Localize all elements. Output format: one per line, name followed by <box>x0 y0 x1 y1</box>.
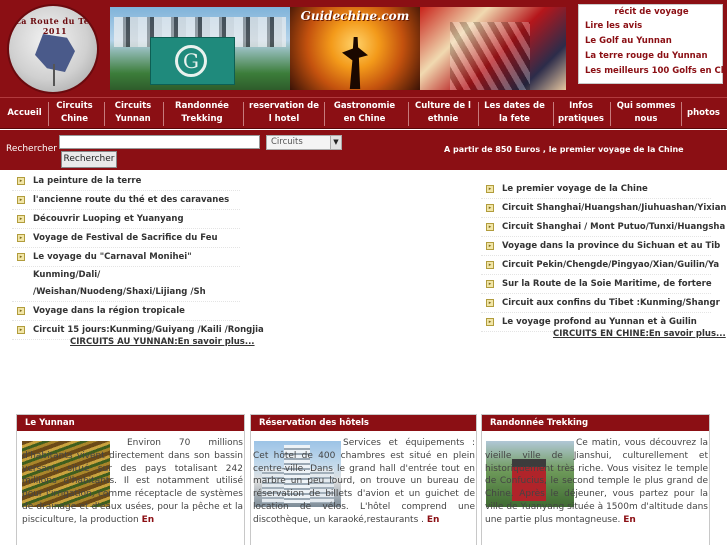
golf-group-photo: G <box>110 7 290 90</box>
site-logo[interactable]: La Route du Tee 2011 <box>7 4 99 94</box>
list-item[interactable]: ▸ Circuit Shanghai / Mont Putuo/Tunxi/Hua… <box>481 218 725 237</box>
nav-item-circuits-yunnan[interactable]: Circuits Yunnan <box>108 98 158 128</box>
header: La Route du Tee 2011 G Guidechine.com ré… <box>0 0 727 97</box>
logo-text: La Route du Tee 2011 <box>15 16 95 36</box>
list-item[interactable]: ▸ Sur la Route de la Soie Maritime, de fo… <box>481 275 712 294</box>
nav-item-photos[interactable]: photos <box>684 98 723 128</box>
list-item[interactable]: ▸ Circuit Shanghai/Huangshan/Jiuhuashan/Y… <box>481 199 726 218</box>
bullet-icon: ▸ <box>486 280 494 288</box>
china-more-link[interactable]: CIRCUITS EN CHINE:En savoir plus... <box>553 329 726 339</box>
festival-photo <box>420 7 566 90</box>
trekking-box: Randonnée Trekking Ce matin, vous découv… <box>481 414 710 545</box>
search-category-select[interactable]: Circuits ▼ <box>266 135 342 150</box>
yunnan-box: Le Yunnan Environ 70 millions d'habitant… <box>16 414 245 545</box>
list-item[interactable]: ▸ Circuit aux confins du Tibet :Kunming/S… <box>481 294 720 313</box>
logo-map-icon <box>35 34 75 72</box>
box-text: Services et équipements : Cet hôtel de 4… <box>253 438 475 525</box>
read-more-link[interactable]: En <box>623 515 636 525</box>
bullet-icon: ▸ <box>486 261 494 269</box>
search-bar: Rechercher Circuits ▼ Rechercher A parti… <box>0 130 727 170</box>
box-text: Environ 70 millions d'habitants vivent d… <box>22 438 243 525</box>
nav-item-culture[interactable]: Culture de l ethnie <box>412 98 474 128</box>
bullet-icon: ▸ <box>17 215 25 223</box>
bullet-icon: ▸ <box>17 253 25 261</box>
nav-item-reservation[interactable]: reservation de l hotel <box>247 98 321 128</box>
nav-item-infos-pratiques[interactable]: Infos pratiques <box>557 98 605 128</box>
chevron-down-icon[interactable]: ▼ <box>330 136 341 149</box>
golf-banner-logo-icon: G <box>175 45 207 77</box>
box-title[interactable]: Le Yunnan <box>17 415 244 431</box>
search-label: Rechercher <box>6 144 57 154</box>
dancer-silhouette-icon <box>342 37 368 89</box>
list-item[interactable]: ▸ Le premier voyage de la Chine <box>481 180 711 199</box>
list-item[interactable]: ▸ l'ancienne route du thé et des caravane… <box>12 191 240 210</box>
list-item[interactable]: ▸ Circuit Pekin/Chengde/Pingyao/Xian/Guil… <box>481 256 719 275</box>
list-item[interactable]: ▸ Voyage dans la province du Sichuan et a… <box>481 237 720 256</box>
nav-item-qui-sommes-nous[interactable]: Qui sommes nous <box>614 98 678 128</box>
dancer-sunset-photo: Guidechine.com <box>290 7 420 90</box>
bullet-icon: ▸ <box>486 223 494 231</box>
nav-item-circuits-chine[interactable]: Circuits Chine <box>52 98 97 128</box>
china-circuits-list: ▸ Le premier voyage de la Chine ▸ Circuit … <box>481 180 726 332</box>
recit-link[interactable]: Lire les avis <box>585 19 727 34</box>
bullet-icon: ▸ <box>486 185 494 193</box>
bullet-icon: ▸ <box>17 307 25 315</box>
list-item[interactable]: ▸ Voyage de Festival de Sacrifice du Feu <box>12 229 240 248</box>
main-nav: Accueil Circuits Chine Circuits Yunnan R… <box>0 97 727 129</box>
list-item[interactable]: ▸ La peinture de la terre <box>12 172 240 191</box>
read-more-link[interactable]: En <box>427 515 440 525</box>
bullet-icon: ▸ <box>17 234 25 242</box>
bullet-icon: ▸ <box>486 318 494 326</box>
nav-item-dates-fete[interactable]: Les dates de la fete <box>482 98 547 128</box>
search-input[interactable] <box>59 135 260 149</box>
recit-title: récit de voyage <box>614 7 689 17</box>
search-select-value: Circuits <box>271 137 303 147</box>
list-item[interactable]: ▸ Voyage dans la région tropicale <box>12 302 240 321</box>
recit-link[interactable]: Le Golf au Yunnan <box>585 34 727 49</box>
bullet-icon: ▸ <box>17 326 25 334</box>
yunnan-circuits-list: ▸ La peinture de la terre ▸ l'ancienne rou… <box>12 172 264 340</box>
recit-link[interactable]: Les meilleurs 100 Golfs en Chine <box>585 64 727 79</box>
bullet-icon: ▸ <box>486 204 494 212</box>
search-button[interactable]: Rechercher <box>61 151 117 168</box>
recit-link[interactable]: La terre rouge du Yunnan <box>585 49 727 64</box>
bullet-icon: ▸ <box>486 299 494 307</box>
bullet-icon: ▸ <box>17 196 25 204</box>
list-item[interactable]: Kunming/Dali/ /Weishan/Nuodeng/Shaxi/Lij… <box>12 267 240 302</box>
nav-item-randonnee[interactable]: Randonnée Trekking <box>167 98 237 128</box>
hotel-box: Réservation des hôtels Services et équip… <box>250 414 477 545</box>
site-name: Guidechine.com <box>300 9 410 23</box>
logo-flag-icon <box>53 64 55 86</box>
nav-item-gastronomie[interactable]: Gastronomie en Chine <box>327 98 402 128</box>
box-text: Ce matin, vous découvrez la vieille vill… <box>485 438 708 525</box>
recit-box: récit de voyage Lire les avis Le Golf au… <box>578 4 727 84</box>
nav-item-accueil[interactable]: Accueil <box>2 98 47 128</box>
read-more-link[interactable]: En <box>142 515 155 525</box>
box-title[interactable]: Randonnée Trekking <box>482 415 709 431</box>
list-item[interactable]: ▸ Découvrir Luoping et Yuanyang <box>12 210 240 229</box>
recit-list: Lire les avis Le Golf au Yunnan La terre… <box>585 19 727 79</box>
promo-text[interactable]: A partir de 850 Euros , le premier voyag… <box>444 145 684 154</box>
bullet-icon: ▸ <box>486 242 494 250</box>
list-item[interactable]: ▸ Le voyage du "Carnaval Monihei" <box>12 248 240 267</box>
box-title[interactable]: Réservation des hôtels <box>251 415 476 431</box>
bullet-icon: ▸ <box>17 177 25 185</box>
yunnan-more-link[interactable]: CIRCUITS AU YUNNAN:En savoir plus... <box>70 337 255 347</box>
